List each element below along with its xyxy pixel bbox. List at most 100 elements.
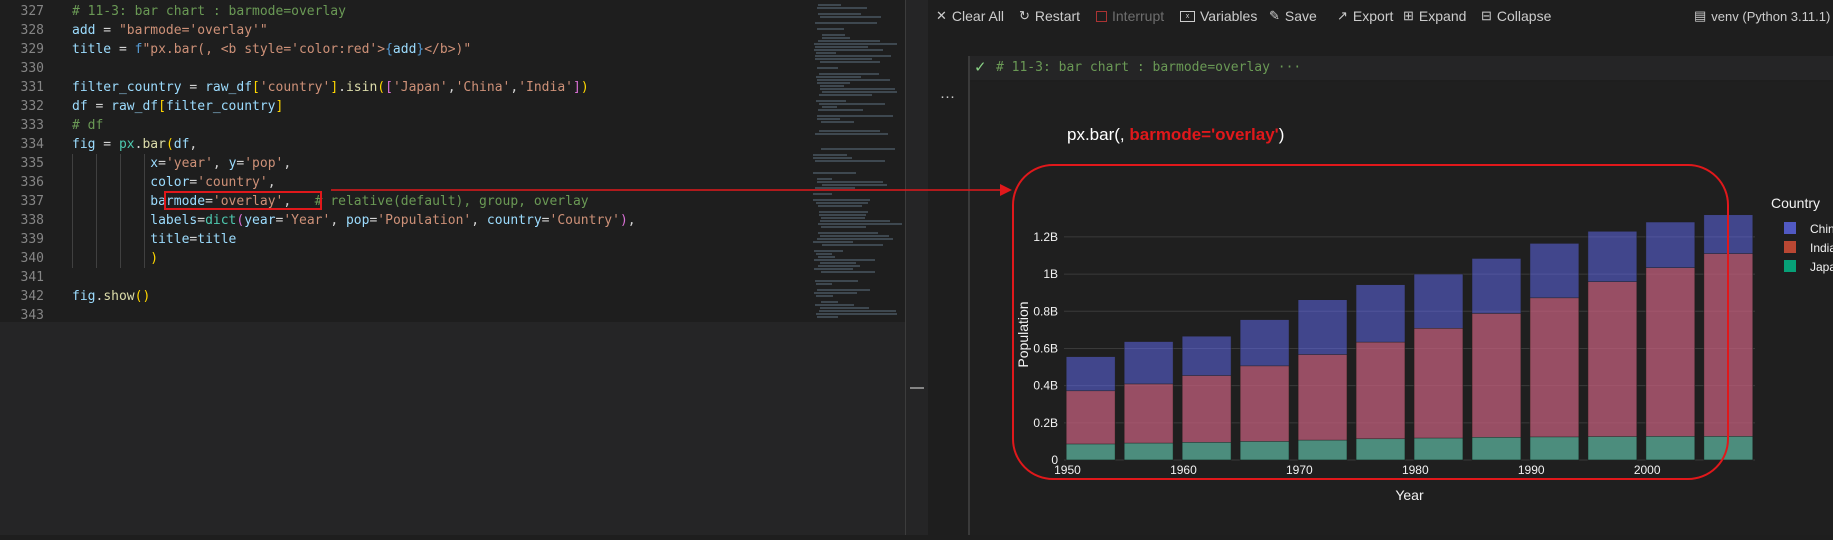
line-number: 330 (20, 61, 44, 76)
code-token: 'pop' (244, 156, 284, 171)
restart-icon: ↻ (1019, 8, 1030, 23)
code-line[interactable]: 338 labels=dict(year='Year', pop='Popula… (0, 211, 805, 230)
code-token: = (158, 156, 166, 171)
minimap-line (822, 34, 845, 36)
indent-guide (96, 211, 97, 230)
minimap-line (818, 40, 880, 42)
minimap-line (818, 4, 841, 6)
code-token: fig (72, 137, 96, 152)
code-line[interactable]: 328 add = "barmode='overlay'" (0, 21, 805, 40)
minimap-line (814, 259, 875, 261)
stop-icon (1096, 10, 1107, 22)
code-line[interactable]: 333 # df (0, 116, 805, 135)
code-text: # 11-3: bar chart : barmode=overlay (72, 2, 346, 21)
code-token: df (72, 99, 88, 114)
x-axis-title: Year (1395, 487, 1424, 503)
code-line[interactable]: 331 filter_country = raw_df['country'].is… (0, 78, 805, 97)
code-line[interactable]: 336 color='country', (0, 173, 805, 192)
code-line[interactable]: 330 (0, 59, 805, 78)
minimap-line (816, 313, 897, 315)
minimap-line (816, 295, 833, 297)
code-token: title (150, 232, 190, 247)
indent-guide (72, 173, 73, 192)
code-line[interactable]: 332 df = raw_df[filter_country] (0, 97, 805, 116)
kernel-picker[interactable]: ▤ venv (Python 3.11.1) (1694, 8, 1830, 24)
code-text: fig.show() (72, 287, 150, 306)
code-text: add = "barmode='overlay'" (72, 21, 268, 40)
minimap-line (817, 238, 893, 240)
save-icon: ✎ (1269, 8, 1280, 23)
minimap-line (817, 178, 832, 180)
minimap-line (819, 130, 880, 132)
code-token: , (330, 213, 346, 228)
indent-guide (96, 230, 97, 249)
minimap-line (815, 22, 877, 24)
indent-guide (144, 230, 145, 249)
minimap[interactable] (805, 0, 905, 322)
code-editor[interactable]: 327 # 11-3: bar chart : barmode=overlay 32… (0, 0, 905, 323)
bar-japan (1065, 443, 1116, 461)
empty-editor-area (0, 322, 905, 535)
indent-guide (72, 154, 73, 173)
bar-japan (1587, 436, 1638, 461)
save-button[interactable]: ✎ Save (1269, 8, 1317, 24)
cell-header[interactable]: ✓ # 11-3: bar chart : barmode=overlay ··… (970, 56, 1833, 80)
code-token: bar (142, 137, 166, 152)
code-token: ] (275, 99, 284, 114)
line-number: 337 (20, 194, 44, 209)
interrupt-button[interactable]: Interrupt (1096, 8, 1164, 24)
code-token: , (189, 137, 198, 152)
export-button[interactable]: ↗ Export (1337, 8, 1393, 24)
legend-title: Country (1771, 195, 1820, 211)
code-line[interactable]: 335 x='year', y='pop', (0, 154, 805, 173)
bar-japan (1239, 441, 1290, 461)
expand-button[interactable]: ⊞ Expand (1403, 8, 1466, 24)
y-tick-label: 1B (1043, 267, 1058, 281)
cell-more-icon[interactable]: ··· (940, 88, 955, 105)
plot-figure[interactable]: px.bar(, barmode='overlay') 00.2B0.4B0.6… (970, 82, 1833, 535)
minimap-line (816, 100, 846, 102)
clear-all-button[interactable]: ✕ Clear All (936, 8, 1004, 24)
code-token: = (95, 23, 119, 38)
minimap-line (820, 262, 856, 264)
minimap-line (819, 214, 866, 216)
code-token: ) (580, 80, 589, 95)
bar-japan (1645, 436, 1696, 461)
clear-all-label: Clear All (951, 8, 1005, 24)
line-number: 327 (20, 4, 44, 19)
minimap-line (820, 85, 844, 87)
minimap-line (813, 193, 832, 195)
cell-output: px.bar(, barmode='overlay') 0 0.2B 0.4B 0.6… (970, 82, 1833, 535)
legend-swatch-india (1784, 241, 1796, 253)
indent-guide (120, 154, 121, 173)
kernel-icon: ▤ (1694, 8, 1707, 23)
export-icon: ↗ (1337, 8, 1348, 23)
minimap-line (819, 73, 879, 75)
code-line[interactable]: 334 fig = px.bar(df, (0, 135, 805, 154)
minimap-line (815, 133, 888, 135)
x-tick-label: 1970 (1286, 463, 1313, 477)
code-line[interactable]: 341 (0, 268, 805, 287)
code-line[interactable]: 342 fig.show() (0, 287, 805, 306)
code-text: df = raw_df[filter_country] (72, 97, 283, 116)
code-line[interactable]: 337 barmode='overlay', # relative(defaul… (0, 192, 805, 211)
code-line[interactable]: 340 ) (0, 249, 805, 268)
code-text: ) (72, 249, 158, 268)
code-token: raw_df (205, 80, 253, 95)
collapse-button[interactable]: ⊟ Collapse (1481, 8, 1551, 24)
split-divider[interactable] (905, 0, 929, 535)
bar-japan (1413, 437, 1464, 461)
y-tick-label: 1.2B (1033, 230, 1058, 244)
code-line[interactable]: 339 title=title (0, 230, 805, 249)
minimap-line (814, 49, 883, 51)
code-line[interactable]: 327 # 11-3: bar chart : barmode=overlay (0, 2, 805, 21)
minimap-line (822, 184, 887, 186)
restart-button[interactable]: ↻ Restart (1019, 8, 1080, 24)
code-text: x='year', y='pop', (72, 154, 291, 173)
code-line[interactable]: 329 title = f"px.bar(, <b style='color:re… (0, 40, 805, 59)
variables-button[interactable]: x Variables (1180, 8, 1257, 24)
interrupt-label: Interrupt (1112, 8, 1165, 24)
